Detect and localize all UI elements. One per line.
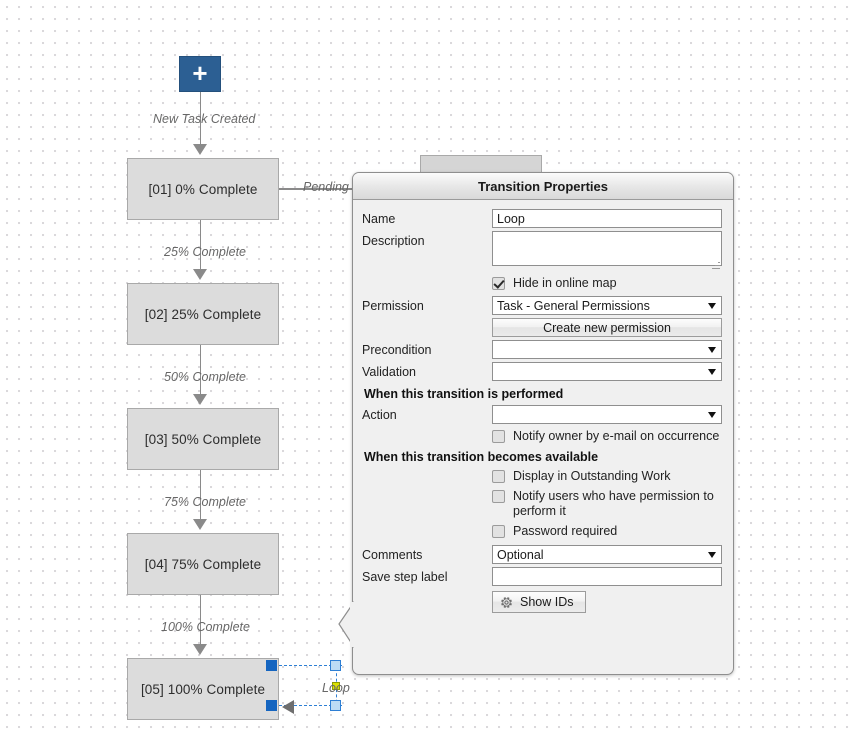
dialog-title-bar: Transition Properties [353,173,733,200]
loop-transition-label: Loop [322,681,350,695]
edge-label-new-task-created: New Task Created [153,112,256,126]
show-ids-button[interactable]: Show IDs [492,591,586,613]
chevron-down-icon [708,551,716,558]
password-required-checkbox[interactable] [492,525,505,538]
create-new-permission-row: Create new permission [362,318,722,337]
permission-select[interactable]: Task - General Permissions [492,296,722,315]
edge-label-100-complete: 100% Complete [161,620,250,634]
name-label: Name [362,212,396,226]
state-node-label: [02] 25% Complete [144,306,262,322]
state-node-label: [03] 50% Complete [144,431,262,447]
comments-row: Comments Optional [362,545,722,564]
section-when-available: When this transition becomes available [364,450,599,464]
start-node[interactable]: + [179,56,221,92]
comments-select[interactable]: Optional [492,545,722,564]
loop-arrowhead [282,700,294,714]
arrowhead-01-to-02 [193,269,207,280]
validation-label: Validation [362,365,416,379]
state-node-03[interactable]: [03] 50% Complete [127,408,279,470]
name-input[interactable] [492,209,722,228]
description-textarea[interactable] [492,231,722,266]
comments-selected-value: Optional [497,547,544,562]
description-label: Description [362,234,425,248]
chevron-down-icon [708,368,716,375]
chevron-down-icon [708,411,716,418]
validation-select[interactable] [492,362,722,381]
arrowhead-start-to-01 [193,144,207,155]
create-new-permission-button[interactable]: Create new permission [492,318,722,337]
action-select[interactable] [492,405,722,424]
notify-users-checkbox[interactable] [492,490,505,503]
precondition-label: Precondition [362,343,432,357]
notify-users-label: Notify users who have permission to perf… [513,489,714,518]
display-outstanding-label: Display in Outstanding Work [513,469,671,483]
notify-owner-label: Notify owner by e-mail on occurrence [513,429,720,443]
chevron-down-icon [708,302,716,309]
password-required-row[interactable]: Password required [492,524,722,539]
permission-row: Permission Task - General Permissions [362,296,722,315]
loop-handle-bottom-right[interactable] [330,700,341,711]
edge-label-pending: Pending [303,180,349,194]
section-when-performed: When this transition is performed [364,387,564,401]
state-node-label: [04] 75% Complete [144,556,262,572]
state-node-04[interactable]: [04] 75% Complete [127,533,279,595]
save-step-label-row: Save step label [362,567,722,586]
hide-in-online-map-row[interactable]: Hide in online map [492,276,722,291]
state-node-01[interactable]: [01] 0% Complete [127,158,279,220]
precondition-select[interactable] [492,340,722,359]
validation-row: Validation [362,362,722,381]
arrowhead-03-to-04 [193,519,207,530]
plus-icon: + [192,58,208,88]
dialog-body: Name Description Hide in online map Perm… [353,200,733,615]
state-node-label: [01] 0% Complete [148,181,258,197]
state-node-02[interactable]: [02] 25% Complete [127,283,279,345]
hide-in-online-map-checkbox[interactable] [492,277,505,290]
loop-handle-top-left[interactable] [266,660,277,671]
comments-label: Comments [362,548,423,562]
password-required-label: Password required [513,524,618,538]
display-outstanding-row[interactable]: Display in Outstanding Work [492,469,722,484]
name-row: Name [362,209,722,228]
notify-owner-row[interactable]: Notify owner by e-mail on occurrence [492,429,722,444]
permission-label: Permission [362,299,424,313]
action-row: Action [362,405,722,424]
gear-icon [499,595,514,610]
show-ids-wrap: Show IDs [492,591,722,615]
save-step-label-input[interactable] [492,567,722,586]
display-outstanding-checkbox[interactable] [492,470,505,483]
save-step-label-label: Save step label [362,570,448,584]
notify-owner-checkbox[interactable] [492,430,505,443]
hide-in-online-map-label: Hide in online map [513,276,617,290]
edge-label-25-complete: 25% Complete [164,245,246,259]
arrowhead-02-to-03 [193,394,207,405]
transition-properties-dialog[interactable]: Transition Properties Name Description H… [352,172,734,675]
chevron-down-icon [708,346,716,353]
action-label: Action [362,408,397,422]
notify-users-row[interactable]: Notify users who have permission to perf… [492,489,722,519]
loop-handle-top-right[interactable] [330,660,341,671]
description-row: Description [362,231,722,271]
precondition-row: Precondition [362,340,722,359]
permission-selected-value: Task - General Permissions [497,298,650,313]
edge-label-75-complete: 75% Complete [164,495,246,509]
dialog-title: Transition Properties [477,178,609,194]
edge-label-50-complete: 50% Complete [164,370,246,384]
loop-handle-bottom-left[interactable] [266,700,277,711]
state-node-label: [05] 100% Complete [140,681,266,697]
arrowhead-04-to-05 [193,644,207,655]
show-ids-label: Show IDs [520,595,574,609]
state-node-05[interactable]: [05] 100% Complete [127,658,279,720]
